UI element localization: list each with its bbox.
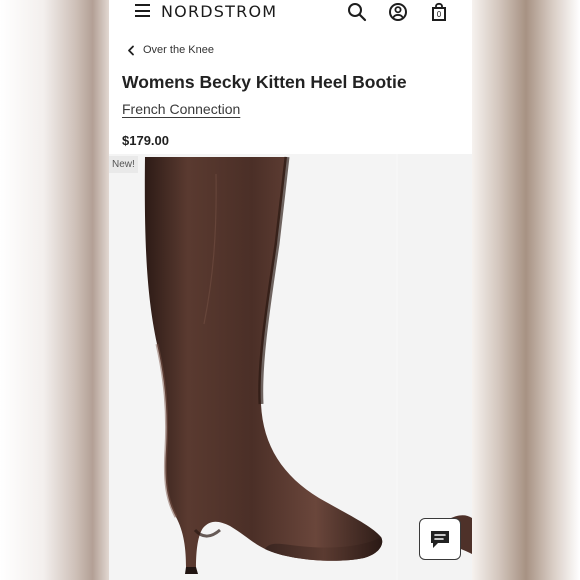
nordstrom-logo[interactable]: NORDSTROM [161, 2, 277, 21]
brand-link[interactable]: French Connection [122, 101, 240, 117]
bag-count: 0 [437, 10, 442, 19]
screenshot-frame: NORDSTROM 0 Over the Knee Womens Becky K… [0, 0, 580, 580]
next-product-image-preview[interactable] [398, 154, 472, 580]
menu-icon[interactable] [135, 4, 150, 17]
chat-icon [431, 530, 449, 548]
blurred-left-background [0, 0, 109, 580]
product-page: NORDSTROM 0 Over the Knee Womens Becky K… [109, 0, 472, 580]
product-title: Womens Becky Kitten Heel Bootie [122, 72, 407, 92]
top-navigation-bar: NORDSTROM 0 [109, 0, 472, 26]
breadcrumb-back-link[interactable]: Over the Knee [127, 44, 214, 56]
chevron-left-icon [128, 45, 134, 55]
blurred-right-background [472, 0, 580, 580]
product-image-carousel[interactable] [109, 154, 472, 580]
breadcrumb-label: Over the Knee [143, 44, 214, 56]
shopping-bag-icon[interactable]: 0 [429, 2, 449, 22]
chat-button[interactable] [419, 518, 461, 560]
brown-boot-image [144, 156, 383, 574]
product-price: $179.00 [122, 133, 169, 148]
account-icon[interactable] [388, 2, 408, 22]
main-product-image[interactable] [109, 154, 396, 580]
new-badge: New! [109, 156, 138, 173]
search-icon[interactable] [347, 2, 367, 22]
boot-preview-image [446, 515, 472, 554]
